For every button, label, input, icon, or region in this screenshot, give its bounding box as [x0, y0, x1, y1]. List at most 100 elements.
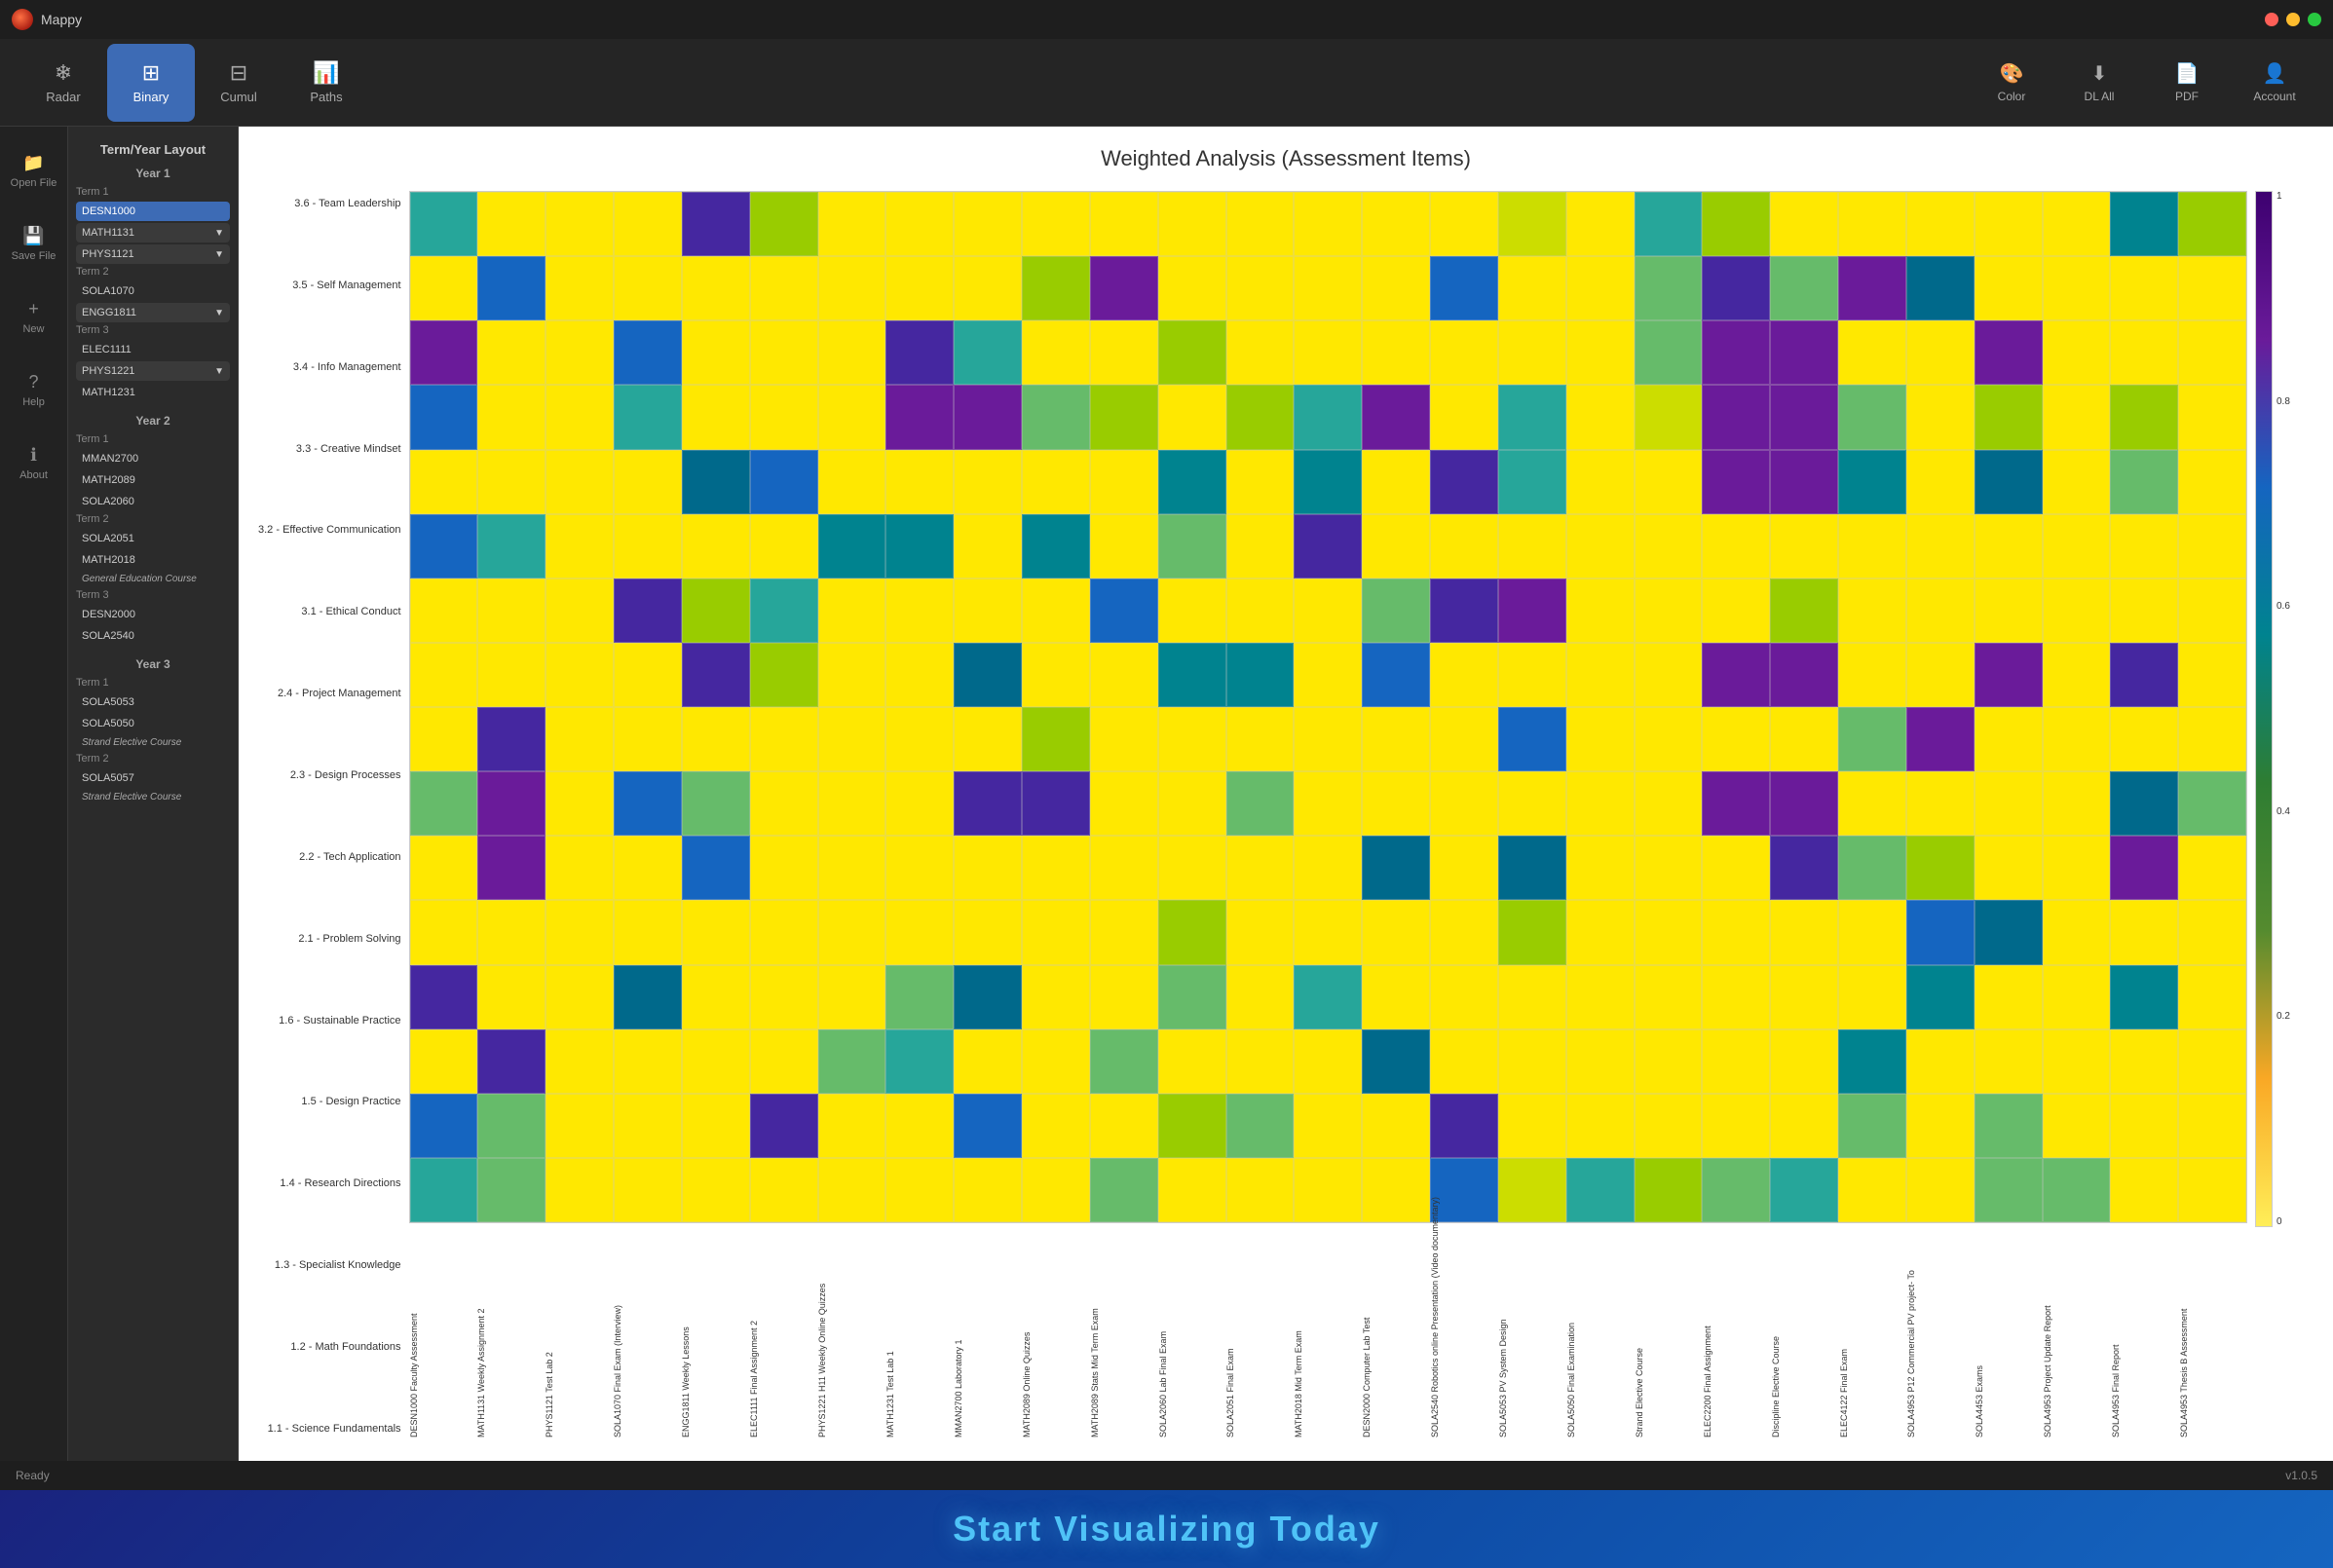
cumul-icon: ⊟ — [230, 60, 247, 86]
heatmap-cell — [1906, 256, 1975, 320]
heatmap-cell — [546, 514, 614, 579]
heatmap-cell — [1635, 1158, 1703, 1222]
course-sola2051[interactable]: SOLA2051 — [76, 529, 230, 548]
sidebar-tree: Term/Year Layout Year 1 Term 1 DESN1000 … — [68, 127, 238, 1461]
heatmap-cell — [954, 643, 1022, 707]
heatmap-cell — [2110, 579, 2178, 643]
course-math2018[interactable]: MATH2018 — [76, 550, 230, 570]
heatmap-cell — [1635, 385, 1703, 449]
heatmap-cell — [1770, 836, 1838, 900]
heatmap-cell — [614, 771, 682, 836]
heatmap-cell — [1090, 643, 1158, 707]
heatmap-cell — [885, 192, 954, 256]
heatmap-cell — [546, 192, 614, 256]
heatmap-cell — [614, 965, 682, 1029]
heatmap-cell — [1294, 643, 1362, 707]
heatmap-cell — [1362, 320, 1430, 385]
heatmap-cell — [1906, 579, 1975, 643]
course-desn2000[interactable]: DESN2000 — [76, 605, 230, 624]
minimize-button[interactable] — [2286, 13, 2300, 26]
heatmap-cell — [1838, 900, 1906, 964]
heatmap-cell — [1090, 1029, 1158, 1094]
course-mman2700[interactable]: MMAN2700 — [76, 449, 230, 468]
course-sola5053[interactable]: SOLA5053 — [76, 692, 230, 712]
x-label: MATH1231 Test Lab 1 — [885, 1227, 954, 1441]
heatmap-cell — [1158, 256, 1226, 320]
x-label: SOLA2051 Final Exam — [1225, 1227, 1294, 1441]
heatmap-cell — [614, 450, 682, 514]
nav-help[interactable]: ? Help — [5, 355, 63, 424]
course-sola2060[interactable]: SOLA2060 — [76, 492, 230, 511]
toolbar-radar[interactable]: ❄ Radar — [19, 44, 107, 122]
heatmap-cell — [410, 643, 478, 707]
x-label: ELEC1111 Final Assignment 2 — [749, 1227, 817, 1441]
heatmap-cell — [885, 965, 954, 1029]
save-file-icon: 💾 — [22, 226, 44, 246]
heatmap-cell — [1362, 1158, 1430, 1222]
toolbar-paths[interactable]: 📊 Paths — [282, 44, 370, 122]
year-1-section: Year 1 Term 1 DESN1000 MATH1131▼ PHYS112… — [76, 167, 230, 402]
binary-icon: ⊞ — [142, 60, 160, 86]
nav-open-file[interactable]: 📁 Open File — [5, 136, 63, 205]
x-label: ELEC4122 Final Exam — [1839, 1227, 1907, 1441]
course-elec1111[interactable]: ELEC1111 — [76, 340, 230, 359]
heatmap-cell — [546, 1029, 614, 1094]
heatmap-cell — [1566, 707, 1635, 771]
heatmap-cell — [818, 192, 886, 256]
heatmap-cell — [1838, 320, 1906, 385]
heatmap-cell — [1635, 256, 1703, 320]
heatmap-cell — [682, 385, 750, 449]
toolbar-cumul[interactable]: ⊟ Cumul — [195, 44, 282, 122]
course-sola1070[interactable]: SOLA1070 — [76, 281, 230, 301]
nav-new[interactable]: + New — [5, 282, 63, 351]
course-math2089[interactable]: MATH2089 — [76, 470, 230, 490]
toolbar-dl-all[interactable]: ⬇ DL All — [2060, 44, 2138, 122]
heatmap-cell — [1906, 965, 1975, 1029]
heatmap-cell — [885, 836, 954, 900]
help-icon: ? — [28, 372, 38, 392]
close-button[interactable] — [2265, 13, 2278, 26]
toolbar-account[interactable]: 👤 Account — [2236, 44, 2314, 122]
toolbar-color[interactable]: 🎨 Color — [1973, 44, 2051, 122]
x-label: MMAN2700 Laboratory 1 — [954, 1227, 1022, 1441]
course-math1231[interactable]: MATH1231 — [76, 383, 230, 402]
new-icon: + — [28, 299, 39, 319]
x-label: SOLA1070 Final Exam (Interview) — [613, 1227, 681, 1441]
heatmap-cell — [477, 320, 546, 385]
heatmap-cell — [1498, 450, 1566, 514]
nav-about[interactable]: ℹ About — [5, 429, 63, 497]
main-visualization: Weighted Analysis (Assessment Items) 3.6… — [239, 127, 2333, 1461]
maximize-button[interactable] — [2308, 13, 2321, 26]
heatmap-cell — [885, 450, 954, 514]
heatmap-cell — [1566, 192, 1635, 256]
y-label: 1.5 - Design Practice — [258, 1089, 401, 1114]
chevron-down-icon-3: ▼ — [214, 308, 224, 318]
course-sola2540[interactable]: SOLA2540 — [76, 626, 230, 646]
toolbar-radar-label: Radar — [46, 90, 80, 104]
nav-save-file[interactable]: 💾 Save File — [5, 209, 63, 278]
course-sola5057[interactable]: SOLA5057 — [76, 768, 230, 788]
heatmap-cell — [750, 707, 818, 771]
toolbar-binary[interactable]: ⊞ Binary — [107, 44, 195, 122]
toolbar-pdf[interactable]: 📄 PDF — [2148, 44, 2226, 122]
course-phys1121[interactable]: PHYS1121▼ — [76, 244, 230, 264]
course-phys1221[interactable]: PHYS1221▼ — [76, 361, 230, 381]
heatmap-cell — [1022, 1158, 1090, 1222]
heatmap-cell — [477, 192, 546, 256]
heatmap-cell — [1498, 771, 1566, 836]
heatmap-cell — [954, 900, 1022, 964]
heatmap-cell — [1770, 385, 1838, 449]
course-sola5050[interactable]: SOLA5050 — [76, 714, 230, 733]
course-math1131[interactable]: MATH1131▼ — [76, 223, 230, 243]
status-text: Ready — [16, 1469, 50, 1482]
heatmap-cell — [1022, 192, 1090, 256]
heatmap-cell — [1226, 1158, 1295, 1222]
heatmap-cell — [885, 320, 954, 385]
heatmap-cell — [477, 579, 546, 643]
heatmap-cell — [1838, 256, 1906, 320]
course-desn1000[interactable]: DESN1000 — [76, 202, 230, 221]
heatmap-cell — [410, 192, 478, 256]
course-engg1811[interactable]: ENGG1811▼ — [76, 303, 230, 322]
heatmap-cell — [2110, 771, 2178, 836]
heatmap-cell — [818, 643, 886, 707]
